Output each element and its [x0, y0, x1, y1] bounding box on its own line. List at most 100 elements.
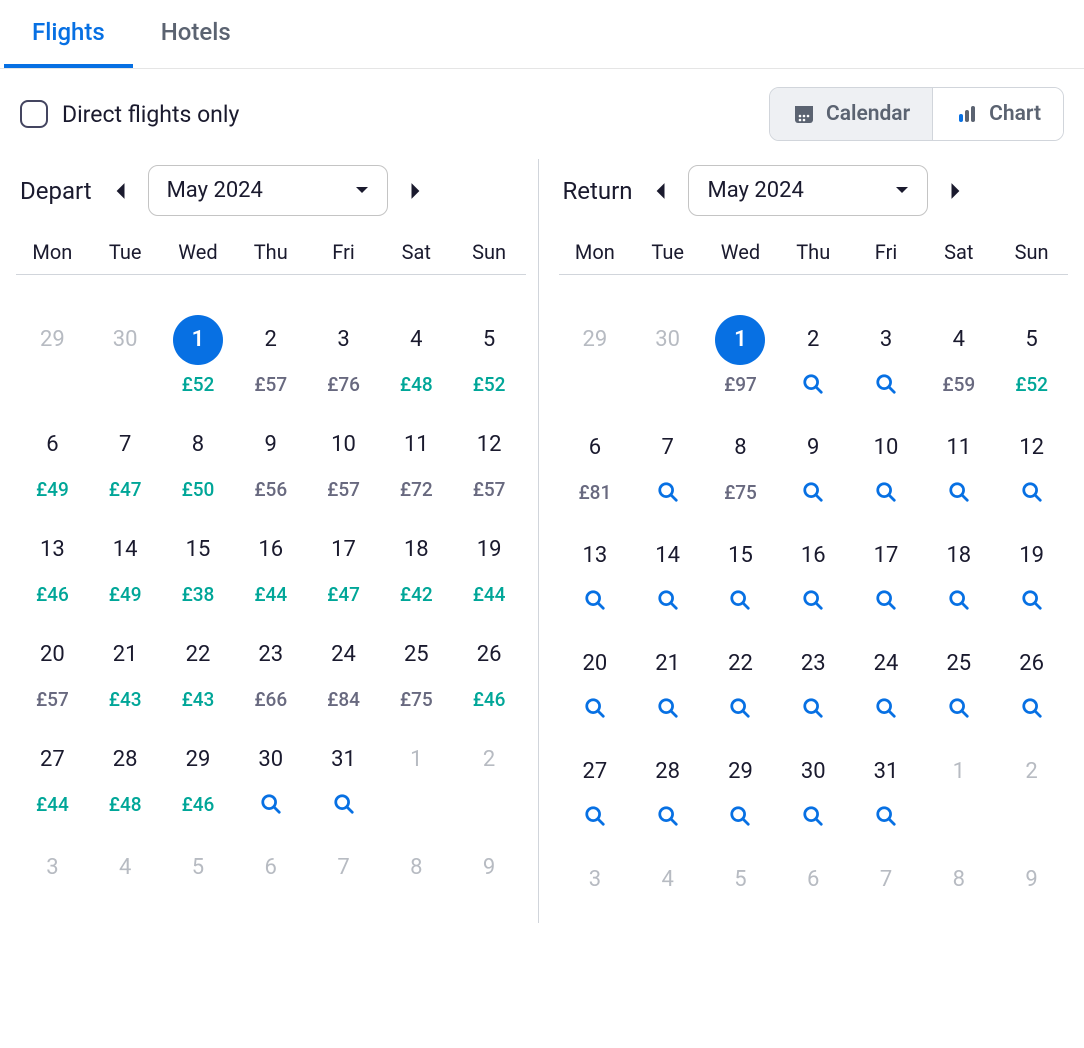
calendar-day[interactable]: 3: [850, 315, 923, 399]
search-icon: [584, 589, 606, 615]
calendar-day[interactable]: 1£97: [704, 315, 777, 399]
calendar-day[interactable]: 1£52: [162, 315, 235, 396]
depart-next-month-button[interactable]: [406, 177, 426, 205]
calendar-day[interactable]: 6£49: [16, 420, 89, 501]
calendar-day[interactable]: 18£42: [380, 525, 453, 606]
return-prev-month-button[interactable]: [650, 177, 670, 205]
calendar-day[interactable]: 23£66: [234, 630, 307, 711]
day-price: £48: [109, 793, 142, 816]
calendar-day[interactable]: 5£52: [995, 315, 1068, 399]
day-number: 6: [246, 843, 296, 893]
day-number: 16: [788, 531, 838, 581]
day-number: 8: [934, 855, 984, 905]
calendar-day[interactable]: 29£46: [162, 735, 235, 819]
search-icon: [729, 697, 751, 723]
calendar-day[interactable]: 2: [777, 315, 850, 399]
weekday-label: Wed: [704, 240, 777, 264]
calendar-day[interactable]: 10: [850, 423, 923, 507]
calendar-day[interactable]: 8£75: [704, 423, 777, 507]
day-price: £52: [1015, 373, 1048, 396]
calendar-day[interactable]: 24£84: [307, 630, 380, 711]
calendar-day[interactable]: 16: [777, 531, 850, 615]
chart-view-button[interactable]: Chart: [932, 88, 1063, 140]
calendar-view-button[interactable]: Calendar: [770, 88, 932, 140]
direct-flights-checkbox[interactable]: Direct flights only: [20, 100, 239, 128]
calendar-day[interactable]: 4£48: [380, 315, 453, 396]
calendar-day[interactable]: 14£49: [89, 525, 162, 606]
calendar-day[interactable]: 19£44: [453, 525, 526, 606]
calendar-day[interactable]: 15£38: [162, 525, 235, 606]
calendar-day[interactable]: 4£59: [922, 315, 995, 399]
return-month-select[interactable]: May 2024: [688, 165, 928, 216]
calendar-day[interactable]: 20£57: [16, 630, 89, 711]
calendar-day[interactable]: 30: [234, 735, 307, 819]
day-number: 28: [100, 735, 150, 785]
depart-prev-month-button[interactable]: [110, 177, 130, 205]
calendar-day[interactable]: 7£47: [89, 420, 162, 501]
calendar-day[interactable]: 8£50: [162, 420, 235, 501]
calendar-day[interactable]: 11£72: [380, 420, 453, 501]
calendar-day[interactable]: 9: [777, 423, 850, 507]
calendar-day: 7: [307, 843, 380, 911]
calendar-day[interactable]: 26: [995, 639, 1068, 723]
calendar-day[interactable]: 13£46: [16, 525, 89, 606]
calendar-day[interactable]: 27: [559, 747, 632, 831]
calendar-day: 1: [380, 735, 453, 819]
calendar-day[interactable]: 12£57: [453, 420, 526, 501]
calendar-day[interactable]: 11: [922, 423, 995, 507]
calendar-day[interactable]: 30: [777, 747, 850, 831]
tab-flights[interactable]: Flights: [4, 0, 133, 68]
day-number: 23: [788, 639, 838, 689]
calendar-day[interactable]: 31: [850, 747, 923, 831]
calendar-day[interactable]: 7: [631, 423, 704, 507]
calendar-day[interactable]: 27£44: [16, 735, 89, 819]
depart-month-row: Depart May 2024: [16, 159, 526, 240]
calendar-day[interactable]: 17£47: [307, 525, 380, 606]
search-icon: [729, 805, 751, 831]
day-number: 27: [27, 735, 77, 785]
depart-calendar: Depart May 2024 MonTueWedThuFriSatSun 29…: [4, 159, 538, 923]
weekday-label: Sat: [922, 240, 995, 264]
calendar-day[interactable]: 24: [850, 639, 923, 723]
calendar-day[interactable]: 29: [704, 747, 777, 831]
calendar-day[interactable]: 17: [850, 531, 923, 615]
calendar-day[interactable]: 18: [922, 531, 995, 615]
calendar-day[interactable]: 22£43: [162, 630, 235, 711]
calendar-day[interactable]: 12: [995, 423, 1068, 507]
calendar-day[interactable]: 14: [631, 531, 704, 615]
day-number: 23: [246, 630, 296, 680]
calendar-day[interactable]: 25: [922, 639, 995, 723]
calendar-day[interactable]: 3£76: [307, 315, 380, 396]
calendar-day[interactable]: 15: [704, 531, 777, 615]
day-number: 11: [934, 423, 984, 473]
calendar-day[interactable]: 31: [307, 735, 380, 819]
day-number: 4: [391, 315, 441, 365]
calendar-day[interactable]: 22: [704, 639, 777, 723]
day-number: 6: [27, 420, 77, 470]
calendar-day[interactable]: 9£56: [234, 420, 307, 501]
calendar-day[interactable]: 23: [777, 639, 850, 723]
depart-month-select[interactable]: May 2024: [148, 165, 388, 216]
calendar-day[interactable]: 2£57: [234, 315, 307, 396]
calendar-day[interactable]: 5£52: [453, 315, 526, 396]
weekday-label: Thu: [234, 240, 307, 264]
depart-label: Depart: [20, 177, 92, 205]
calendar-day[interactable]: 21: [631, 639, 704, 723]
calendar-day[interactable]: 26£46: [453, 630, 526, 711]
calendar-day[interactable]: 16£44: [234, 525, 307, 606]
calendar-day[interactable]: 13: [559, 531, 632, 615]
return-weekday-header: MonTueWedThuFriSatSun: [559, 240, 1069, 275]
calendar-day[interactable]: 20: [559, 639, 632, 723]
main-tabs: Flights Hotels: [0, 0, 1084, 69]
calendar-day[interactable]: 6£81: [559, 423, 632, 507]
calendar-day[interactable]: 28: [631, 747, 704, 831]
return-next-month-button[interactable]: [946, 177, 966, 205]
calendar-day[interactable]: 21£43: [89, 630, 162, 711]
tab-hotels[interactable]: Hotels: [133, 0, 259, 68]
calendar-view-label: Calendar: [826, 102, 910, 126]
day-number: 29: [570, 315, 620, 365]
calendar-day[interactable]: 28£48: [89, 735, 162, 819]
calendar-day[interactable]: 25£75: [380, 630, 453, 711]
calendar-day[interactable]: 19: [995, 531, 1068, 615]
calendar-day[interactable]: 10£57: [307, 420, 380, 501]
